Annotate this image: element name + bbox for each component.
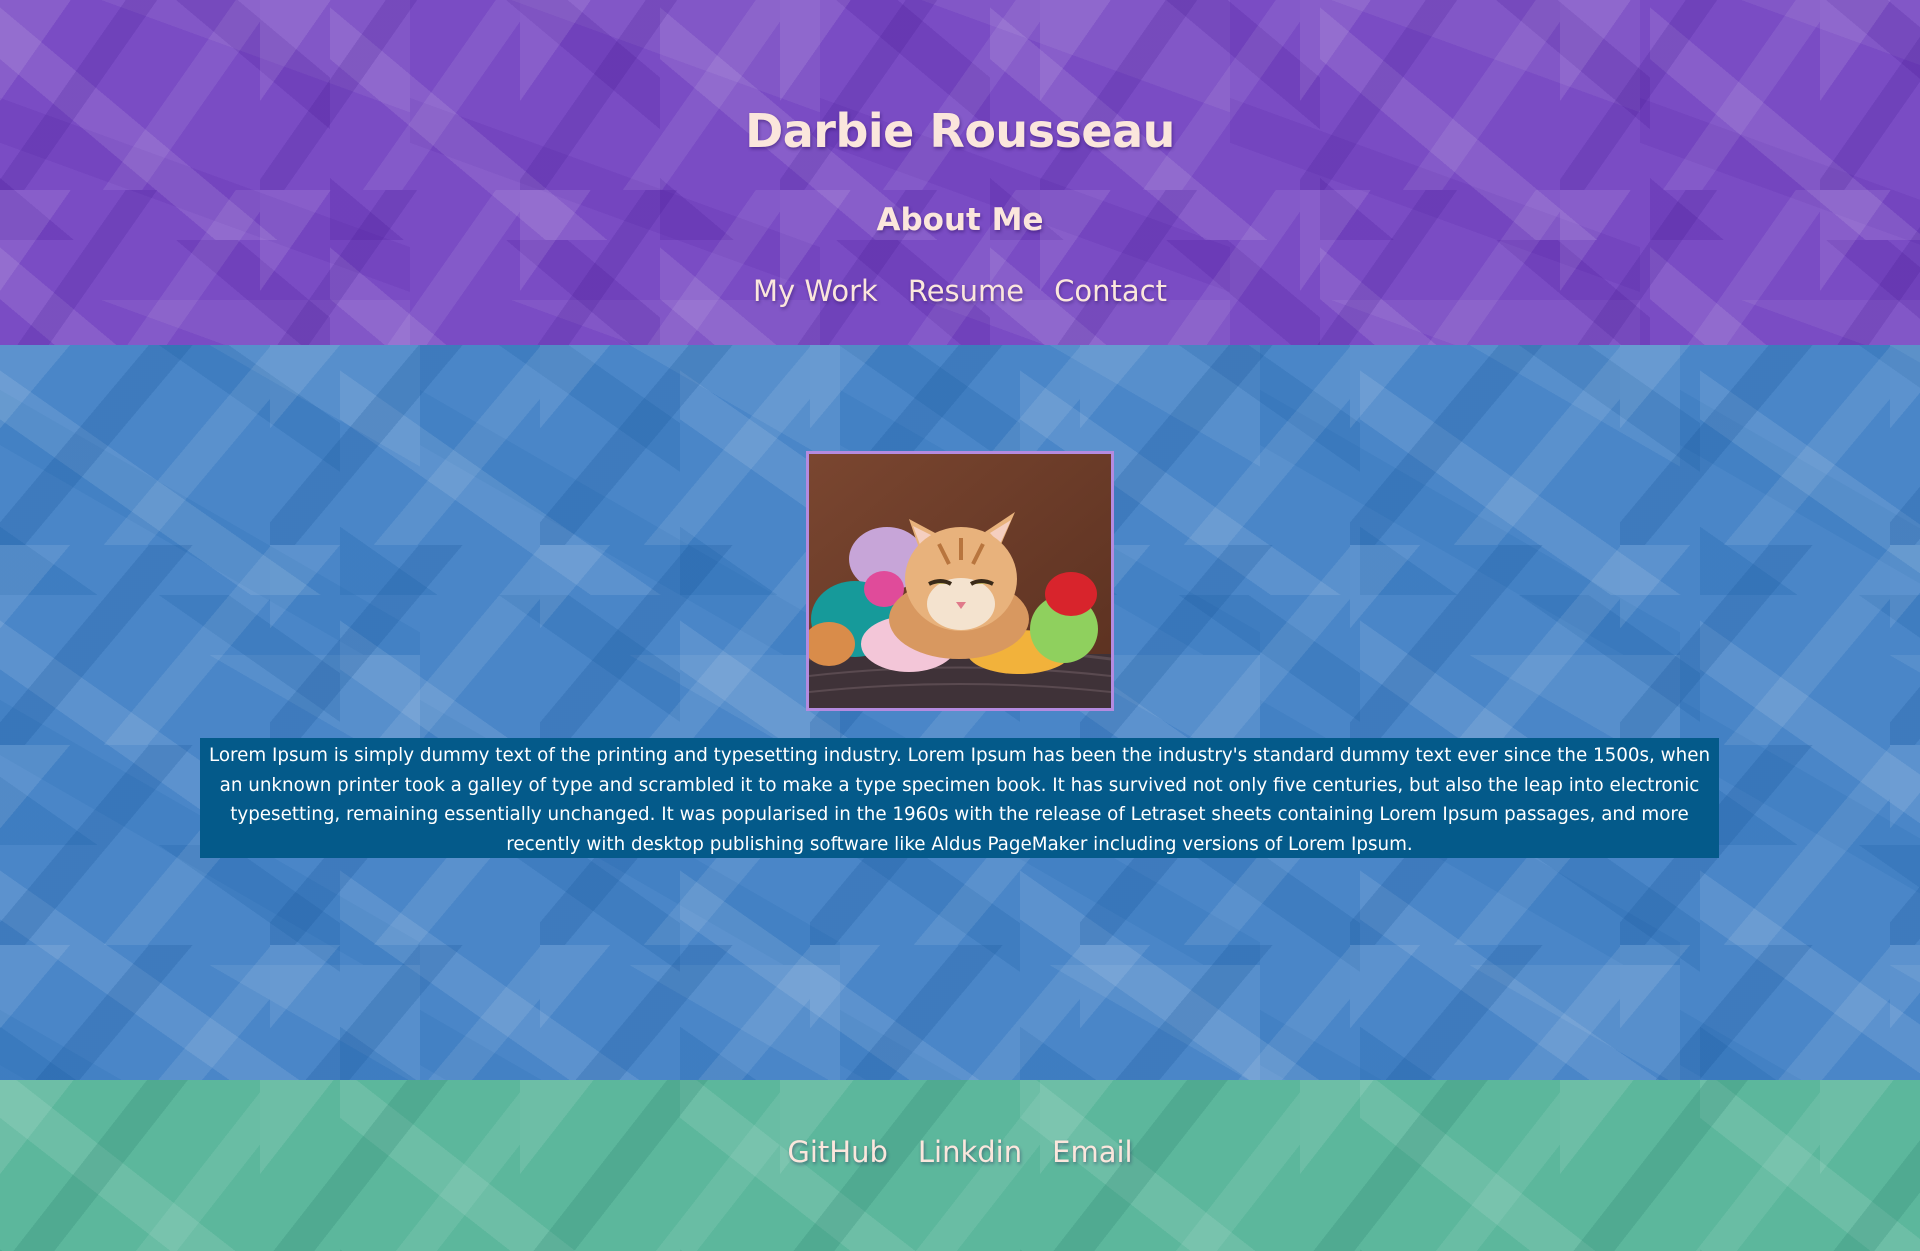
nav-link-my-work[interactable]: My Work: [753, 274, 878, 308]
main-nav: My Work Resume Contact: [0, 274, 1920, 308]
profile-photo: [806, 451, 1114, 711]
site-title: Darbie Rousseau: [745, 104, 1175, 158]
nav-link-resume[interactable]: Resume: [908, 274, 1024, 308]
page-title: About Me: [876, 202, 1044, 238]
nav-link-contact[interactable]: Contact: [1054, 274, 1167, 308]
footer-link-linkedin[interactable]: Linkdin: [918, 1135, 1022, 1169]
bio-text: Lorem Ipsum is simply dummy text of the …: [200, 738, 1719, 858]
cat-photo-image: [809, 454, 1111, 708]
footer-nav: GitHub Linkdin Email: [0, 1135, 1920, 1169]
main-content: Lorem Ipsum is simply dummy text of the …: [0, 345, 1920, 1080]
site-footer: GitHub Linkdin Email: [0, 1080, 1920, 1251]
footer-link-github[interactable]: GitHub: [787, 1135, 888, 1169]
site-header: Darbie Rousseau About Me My Work Resume …: [0, 0, 1920, 345]
footer-link-email[interactable]: Email: [1052, 1135, 1132, 1169]
